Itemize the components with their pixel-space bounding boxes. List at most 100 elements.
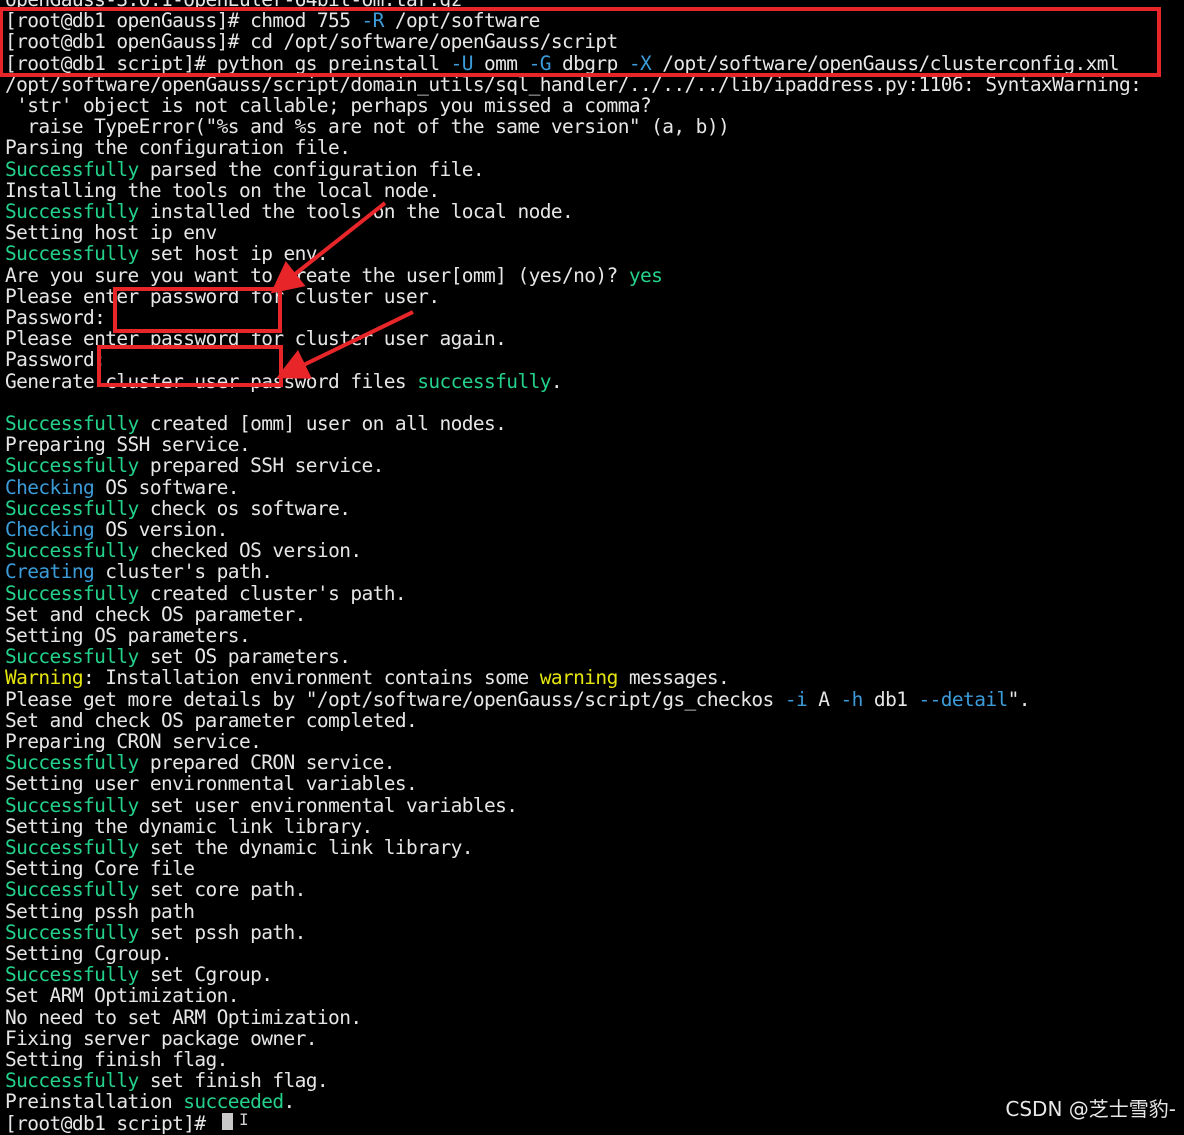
terminal-line: Preparing CRON service. [5, 731, 262, 752]
terminal-line: [root@db1 openGauss]# chmod 755 -R /opt/… [5, 10, 540, 31]
csdn-watermark: CSDN @芝士雪豹- [1003, 1093, 1178, 1122]
terminal-line: /opt/software/openGauss/script/domain_ut… [5, 72, 1142, 96]
terminal-text-segment: created cluster's path. [138, 581, 407, 605]
terminal-text-segment: set host ip env. [138, 242, 329, 266]
terminal-text-segment: Successfully [5, 412, 139, 435]
terminal-text-segment: Parsing the configuration file. [5, 136, 351, 160]
terminal-text-segment: set pssh path. [138, 920, 307, 944]
terminal-line: Successfully created cluster's path. [5, 581, 407, 605]
terminal-line: Successfully prepared SSH service. [5, 455, 384, 476]
terminal-line: Set ARM Optimization. [5, 984, 240, 1008]
terminal-text-segment: Successfully [5, 751, 139, 775]
terminal-line: Successfully set user environmental vari… [5, 793, 518, 817]
terminal-text-segment: Please enter password for cluster user. [5, 284, 440, 308]
terminal-line: Please get more details by "/opt/softwar… [5, 687, 1031, 711]
terminal-text-segment: /opt/software [383, 9, 540, 33]
terminal-line: Successfully set pssh path. [5, 922, 306, 943]
terminal-text-segment: installed the tools on the local node. [138, 200, 574, 223]
terminal-line: Successfully check os software. [5, 498, 351, 519]
terminal-text-segment: db1 [862, 687, 919, 711]
terminal-line: Setting host ip env [5, 222, 217, 243]
terminal-text-segment: Setting the dynamic link library. [5, 814, 373, 838]
terminal-text-segment: Checking [5, 475, 95, 499]
terminal-text-segment: Setting Core file [5, 857, 195, 881]
terminal-text-segment: [root@db1 openGauss]# cd /opt/software/o… [5, 30, 618, 54]
terminal-line: Checking OS software. [5, 475, 240, 499]
terminal-text-segment: Successfully [5, 793, 139, 817]
terminal-text-segment: ". [1007, 687, 1031, 711]
terminal-text-segment: Successfully [5, 920, 139, 944]
terminal-text-segment: dbgrp [550, 51, 629, 75]
terminal-text-segment: Successfully [5, 1069, 139, 1093]
terminal-text-segment: raise TypeError("%s and %s are not of th… [5, 115, 730, 139]
terminal-line: Setting Cgroup. [5, 942, 173, 965]
terminal-cursor [222, 1113, 233, 1130]
terminal-text-segment: succeeded [183, 1090, 284, 1114]
terminal-text-segment: Please enter password for cluster user a… [5, 327, 507, 351]
terminal-text-segment: Please get more details by "/opt/softwar… [5, 687, 785, 711]
terminal-line: Generate cluster user password files suc… [5, 369, 563, 393]
terminal-line: Please enter password for cluster user. [5, 284, 440, 308]
terminal-text-segment: /opt/software/openGauss/script/domain_ut… [5, 72, 1142, 96]
terminal-line: Successfully installed the tools on the … [5, 200, 574, 223]
terminal-text-segment: prepared CRON service. [138, 751, 396, 775]
terminal-text-segment: Setting host ip env [5, 221, 217, 245]
terminal-text-segment: Fixing server package owner. [5, 1026, 318, 1050]
terminal-line: Setting the dynamic link library. [5, 816, 373, 837]
terminal-line: Fixing server package owner. [5, 1026, 318, 1050]
terminal-text-segment: set finish flag. [138, 1069, 329, 1093]
terminal-line: 'str' object is not callable; perhaps yo… [5, 94, 652, 117]
terminal-text-segment: -G [528, 51, 552, 75]
terminal-text-segment: Creating [5, 560, 95, 584]
terminal-text-segment: Password: [5, 306, 106, 329]
terminal-text-segment: [root@db1 script]# python gs_preinstall [5, 51, 451, 75]
terminal-line: Are you sure you want to create the user… [5, 263, 663, 287]
terminal-line: Password: [5, 306, 106, 329]
terminal-text-segment: Successfully [5, 242, 139, 266]
terminal-text-segment: OS software. [94, 475, 239, 499]
terminal-line: Setting Core file [5, 857, 195, 881]
terminal-text-segment: -h [840, 687, 864, 711]
terminal-line: Setting finish flag. [5, 1049, 228, 1070]
terminal-text-segment: [root@db1 script]# [5, 1111, 217, 1135]
terminal-line: Successfully set core path. [5, 879, 306, 900]
terminal-line: [root@db1 openGauss]# cd /opt/software/o… [5, 31, 618, 52]
terminal-text-segment: cluster's path. [94, 560, 273, 584]
terminal-text-segment: 'str' object is not callable; perhaps yo… [5, 94, 652, 117]
terminal-line: Setting OS parameters. [5, 624, 251, 647]
terminal-text-segment: --detail [918, 687, 1009, 711]
terminal-line: Successfully set host ip env. [5, 242, 329, 266]
terminal-line: Successfully parsed the configuration fi… [5, 157, 485, 181]
terminal-text-segment: yes [628, 263, 663, 287]
terminal-text-segment: Setting OS parameters. [5, 624, 251, 647]
terminal-text-segment: OS version. [94, 518, 228, 541]
terminal-text-segment: Set ARM Optimization. [5, 984, 240, 1008]
terminal-text-segment: set core path. [138, 878, 307, 902]
terminal-text-segment: Successfully [5, 645, 139, 669]
terminal-text-segment: Installing the tools on the local node. [5, 178, 440, 202]
terminal-text-segment: Successfully [5, 581, 139, 605]
terminal-text-segment: set user environmental variables. [138, 793, 518, 817]
terminal-text-segment: . [550, 369, 563, 393]
terminal-line: Set and check OS parameter completed. [5, 710, 418, 731]
terminal-text-segment: A [807, 687, 841, 711]
terminal-text-segment: created [omm] user on all nodes. [138, 412, 507, 435]
terminal-text-segment: set the dynamic link library. [138, 836, 474, 859]
terminal-window[interactable]: openGauss-3.0.1-openEuler-64bit-om.tar.g… [0, 0, 1184, 1134]
terminal-text-segment: Successfully [5, 539, 139, 563]
terminal-text-segment: Successfully [5, 200, 139, 223]
terminal-text-segment: messages. [617, 666, 730, 690]
terminal-line: Successfully set OS parameters. [5, 645, 351, 669]
terminal-text-segment: Setting Cgroup. [5, 942, 173, 965]
terminal-line: Successfully prepared CRON service. [5, 751, 396, 775]
terminal-line: [root@db1 script]# python gs_preinstall … [5, 51, 1120, 75]
terminal-line: Checking OS version. [5, 519, 228, 540]
terminal-text-segment: Generate cluster user password files [5, 369, 418, 393]
terminal-text-segment: successfully [417, 369, 551, 393]
terminal-text-segment: checked OS version. [138, 539, 362, 563]
terminal-text-segment: set OS parameters. [138, 645, 351, 669]
terminal-text-segment: Successfully [5, 157, 139, 181]
terminal-line: Set and check OS parameter. [5, 604, 306, 625]
terminal-text-segment: Successfully [5, 878, 139, 902]
terminal-text-segment: . [283, 1090, 296, 1114]
